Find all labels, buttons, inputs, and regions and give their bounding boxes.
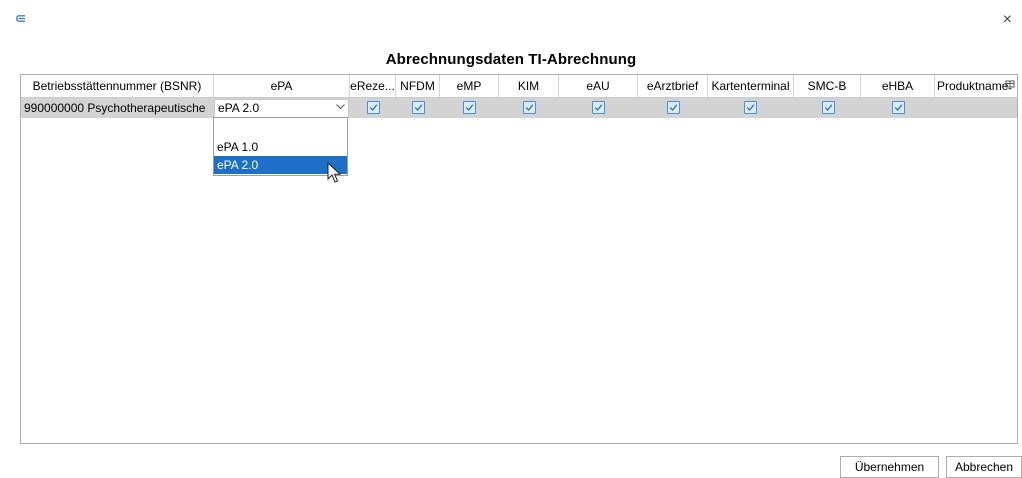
app-icon (16, 15, 25, 22)
kim-checkbox[interactable] (523, 101, 536, 114)
check-icon (369, 104, 378, 111)
check-icon (894, 104, 903, 111)
nfdm-checkbox[interactable] (412, 101, 425, 114)
ehba-checkbox[interactable] (892, 101, 905, 114)
col-header-earztbrief[interactable]: eArztbrief (638, 75, 708, 97)
data-table: Betriebsstättennummer (BSNR) ePA eReze..… (20, 74, 1018, 444)
kartenterminal-checkbox[interactable] (744, 101, 757, 114)
col-header-produktname-label: Produktname (937, 79, 1009, 93)
column-chooser-icon[interactable] (1005, 80, 1015, 90)
table-header: Betriebsstättennummer (BSNR) ePA eReze..… (21, 75, 1017, 98)
col-header-emp[interactable]: eMP (440, 75, 499, 97)
close-icon[interactable]: × (1003, 12, 1012, 28)
erezept-checkbox[interactable] (367, 101, 380, 114)
epa-combobox[interactable]: ePA 2.0 (214, 99, 349, 118)
bsnr-cell[interactable]: 990000000 Psychotherapeutische (24, 98, 212, 118)
check-icon (414, 104, 423, 111)
produktname-cell[interactable] (937, 98, 1015, 118)
check-icon (669, 104, 678, 111)
emp-checkbox[interactable] (463, 101, 476, 114)
table-row[interactable]: 990000000 Psychotherapeutische ePA 2.0 (21, 98, 1017, 118)
col-header-kartenterminal[interactable]: Kartenterminal (708, 75, 794, 97)
check-icon (594, 104, 603, 111)
dropdown-option-empty[interactable] (214, 119, 347, 137)
col-header-eau[interactable]: eAU (559, 75, 638, 97)
mouse-pointer-icon (327, 162, 342, 183)
title-bar: × (0, 0, 1022, 36)
eau-checkbox[interactable] (592, 101, 605, 114)
col-header-kim[interactable]: KIM (499, 75, 559, 97)
earztbrief-checkbox[interactable] (667, 101, 680, 114)
col-header-bsnr[interactable]: Betriebsstättennummer (BSNR) (21, 75, 214, 97)
smcb-checkbox[interactable] (822, 101, 835, 114)
col-header-ehba[interactable]: eHBA (861, 75, 935, 97)
epa-combobox-value: ePA 2.0 (218, 101, 260, 115)
col-header-smcb[interactable]: SMC-B (794, 75, 861, 97)
col-header-produktname[interactable]: Produktname (935, 75, 1017, 97)
cancel-button[interactable]: Abbrechen (946, 456, 1022, 478)
col-header-epa[interactable]: ePA (214, 75, 350, 97)
accept-button[interactable]: Übernehmen (840, 456, 939, 478)
check-icon (746, 104, 755, 111)
col-header-nfdm[interactable]: NFDM (396, 75, 440, 97)
chevron-down-icon[interactable] (336, 104, 345, 110)
dialog-title: Abrechnungsdaten TI-Abrechnung (385, 51, 637, 68)
dropdown-option-epa-1[interactable]: ePA 1.0 (214, 138, 347, 156)
check-icon (465, 104, 474, 111)
check-icon (525, 104, 534, 111)
check-icon (824, 104, 833, 111)
col-header-erezept[interactable]: eReze... (350, 75, 396, 97)
